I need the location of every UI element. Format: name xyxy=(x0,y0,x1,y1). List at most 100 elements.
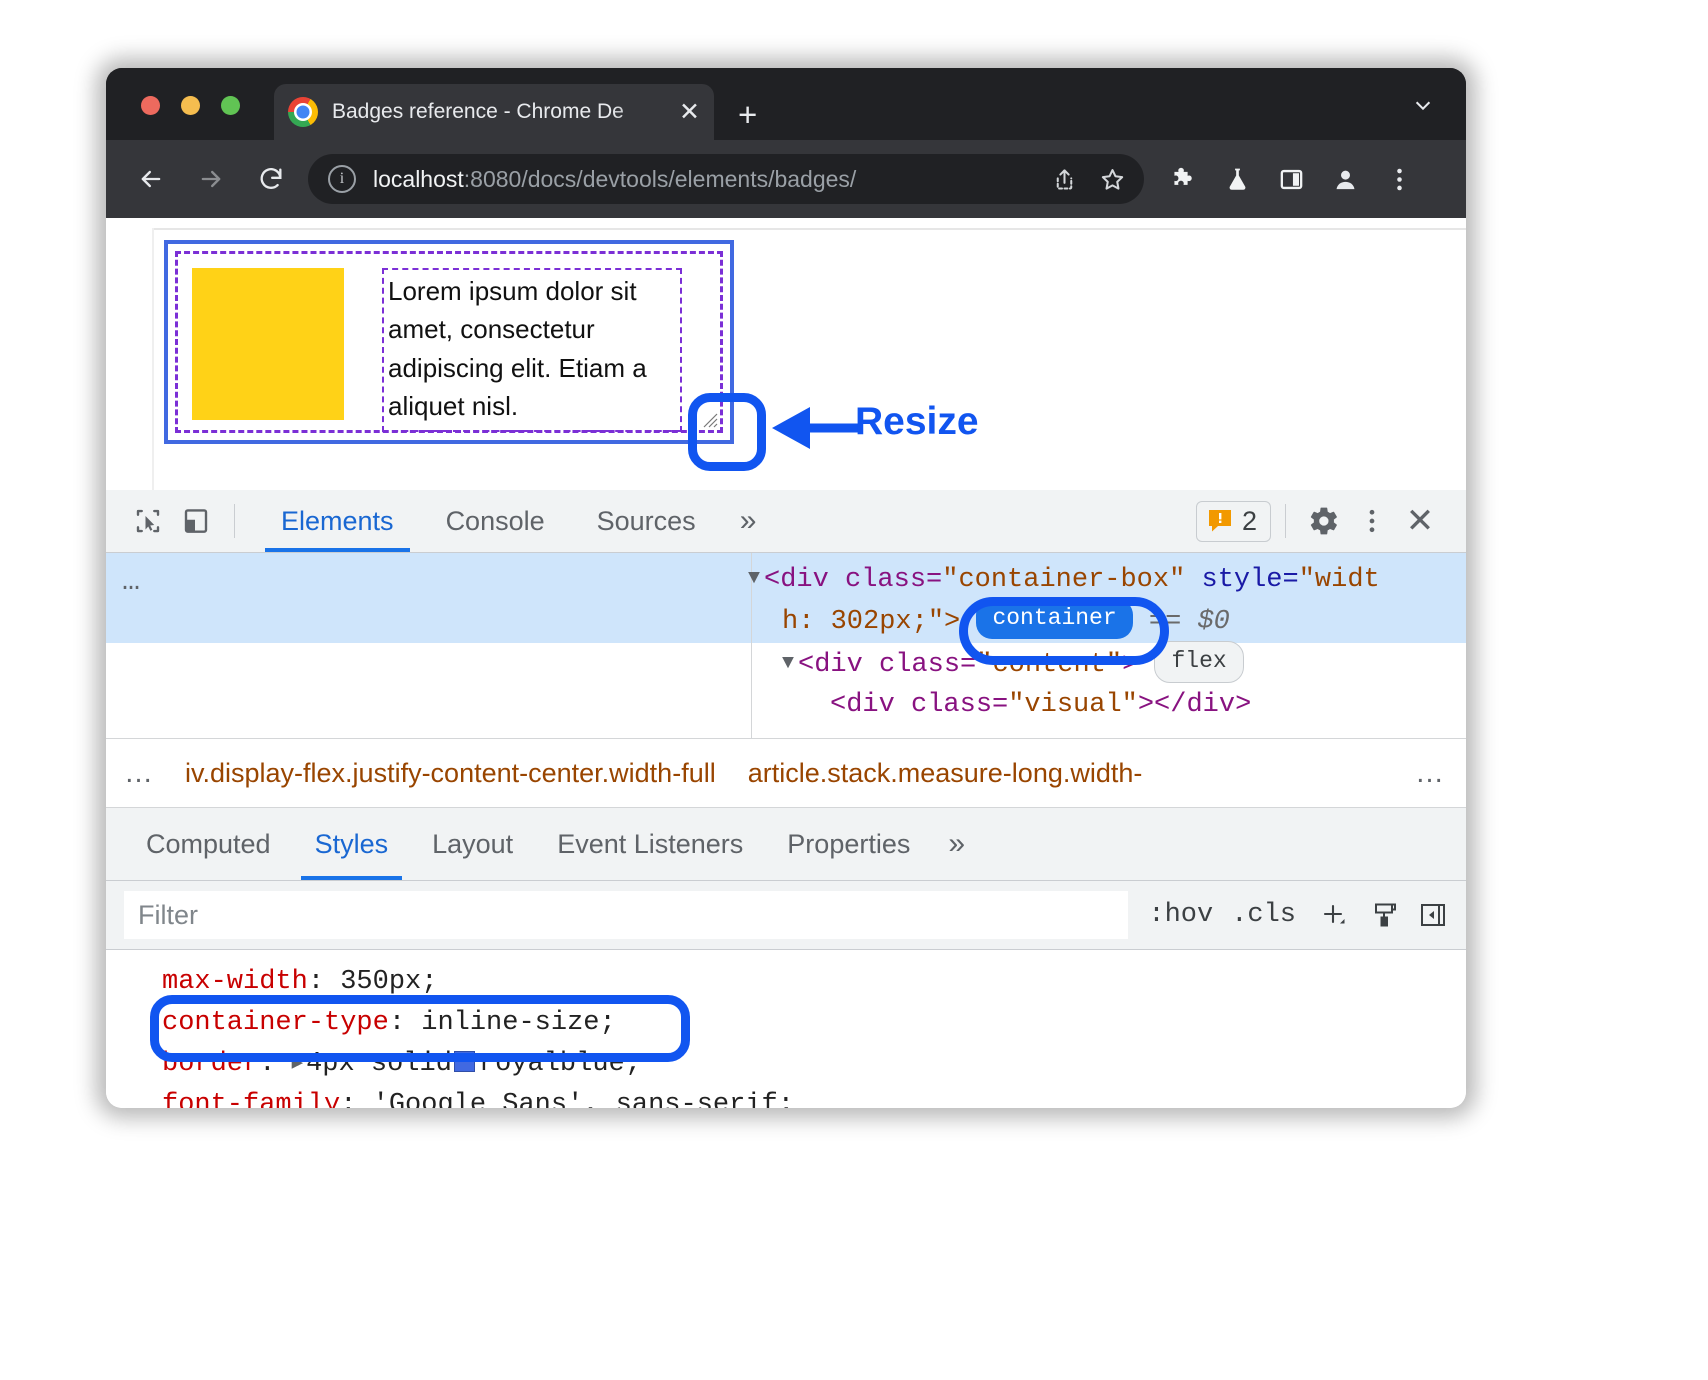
css-colon: : xyxy=(308,967,340,997)
warning-icon xyxy=(1207,508,1233,534)
paintbrush-icon[interactable] xyxy=(1370,900,1400,930)
tab-search-chevron-down-icon[interactable] xyxy=(1412,94,1434,116)
chrome-logo-icon xyxy=(288,97,318,127)
window-controls[interactable] xyxy=(141,96,240,115)
devtools-tabs: Elements Console Sources » xyxy=(255,490,774,552)
url-host: localhost xyxy=(373,166,464,192)
expand-triangle-icon[interactable]: ▼ xyxy=(748,564,760,594)
css-property-value: 350px xyxy=(340,967,421,997)
styles-more-tabs-button[interactable]: » xyxy=(932,808,981,880)
annotation-arrow-resize xyxy=(772,405,858,451)
annotation-ring-container-type-rule xyxy=(150,995,690,1062)
maximize-window-button[interactable] xyxy=(221,96,240,115)
visual-block-element xyxy=(192,268,344,420)
tab-layout[interactable]: Layout xyxy=(410,808,535,880)
devtools-toolbar-right: 2 ✕ xyxy=(1196,497,1466,545)
expand-triangle-icon[interactable]: ▼ xyxy=(782,649,794,679)
dom-style-value: "widt xyxy=(1299,565,1380,595)
puzzle-icon[interactable] xyxy=(1158,156,1208,202)
dom-style-attr: style= xyxy=(1185,565,1298,595)
devtools-toolbar: Elements Console Sources » 2 xyxy=(106,490,1466,553)
breadcrumb-item-article[interactable]: article.stack.measure-long.width- xyxy=(732,758,1159,789)
forward-button[interactable] xyxy=(188,156,234,202)
omnibox-actions xyxy=(1042,157,1134,201)
url-text: localhost:8080/docs/devtools/elements/ba… xyxy=(373,166,1042,193)
dom-class-value: "visual" xyxy=(1008,690,1138,720)
css-property-value: 'Google Sans', sans-serif xyxy=(373,1090,778,1108)
device-toolbar-icon[interactable] xyxy=(172,497,220,545)
browser-tool-icons xyxy=(1158,156,1424,202)
chrome-browser-window: Badges reference - Chrome De ✕ + i local… xyxy=(106,68,1466,1108)
css-rule-font-family[interactable]: font-family: 'Google Sans', sans-serif; xyxy=(162,1085,1466,1108)
tab-styles[interactable]: Styles xyxy=(293,808,411,880)
collapse-sidebar-icon[interactable] xyxy=(1418,900,1448,930)
tab-event-listeners[interactable]: Event Listeners xyxy=(535,808,765,880)
styles-pane: Computed Styles Layout Event Listeners P… xyxy=(106,808,1466,1108)
warning-count-chip[interactable]: 2 xyxy=(1196,501,1271,542)
back-button[interactable] xyxy=(128,156,174,202)
annotation-ring-container-badge xyxy=(959,597,1169,665)
cls-toggle-button[interactable]: .cls xyxy=(1231,900,1296,930)
styles-filter-tools: :hov .cls xyxy=(1128,898,1448,932)
address-bar[interactable]: i localhost:8080/docs/devtools/elements/… xyxy=(308,154,1144,204)
dom-line-visual[interactable]: <div class="visual"></div> xyxy=(748,686,1466,726)
dom-tree: … ▼<div class="container-box" style="wid… xyxy=(106,553,1466,738)
css-property-name: max-width xyxy=(162,967,308,997)
close-tab-button[interactable]: ✕ xyxy=(679,100,700,125)
page-top-rule xyxy=(152,228,1466,230)
dom-tag-open: <div class= xyxy=(764,565,942,595)
dom-tag-close: ></div> xyxy=(1138,690,1251,720)
close-icon: ✕ xyxy=(1406,504,1435,538)
three-dot-menu-icon[interactable] xyxy=(1374,156,1424,202)
close-devtools-button[interactable]: ✕ xyxy=(1396,497,1444,545)
devtools-more-options-icon[interactable] xyxy=(1348,497,1396,545)
breadcrumb-left-overflow[interactable]: … xyxy=(106,757,169,790)
tab-elements[interactable]: Elements xyxy=(255,490,420,552)
tab-sources[interactable]: Sources xyxy=(571,490,722,552)
more-tabs-button[interactable]: » xyxy=(722,490,775,552)
close-window-button[interactable] xyxy=(141,96,160,115)
toolbar-divider-right xyxy=(1285,504,1286,538)
hov-toggle-button[interactable]: :hov xyxy=(1148,900,1213,930)
tab-strip: Badges reference - Chrome De ✕ + xyxy=(106,68,1466,140)
gear-icon[interactable] xyxy=(1300,497,1348,545)
content-flex-element: Lorem ipsum dolor sit amet, consectetur … xyxy=(175,251,723,433)
flex-badge[interactable]: flex xyxy=(1154,641,1243,683)
profile-avatar-icon[interactable] xyxy=(1320,156,1370,202)
toolbar-divider xyxy=(234,504,235,538)
warning-count: 2 xyxy=(1242,506,1257,537)
tab-console[interactable]: Console xyxy=(420,490,571,552)
minimize-window-button[interactable] xyxy=(181,96,200,115)
dom-tag-open: <div class= xyxy=(830,690,1008,720)
new-tab-button[interactable]: + xyxy=(738,98,757,131)
star-icon[interactable] xyxy=(1090,157,1134,201)
css-semicolon: ; xyxy=(778,1090,794,1108)
breadcrumb: … iv.display-flex.justify-content-center… xyxy=(106,738,1466,808)
dom-tag-open: <div class= xyxy=(798,650,976,680)
reload-button[interactable] xyxy=(248,156,294,202)
plus-icon[interactable] xyxy=(1314,898,1352,932)
inspect-cursor-icon[interactable] xyxy=(124,497,172,545)
lorem-paragraph: Lorem ipsum dolor sit amet, consectetur … xyxy=(382,268,682,432)
container-box-element: Lorem ipsum dolor sit amet, consectetur … xyxy=(164,240,734,444)
annotation-label-resize: Resize xyxy=(855,400,979,444)
browser-tab[interactable]: Badges reference - Chrome De ✕ xyxy=(274,84,714,140)
dom-style-continuation: h: 302px;"> xyxy=(782,607,960,637)
filter-input[interactable] xyxy=(124,891,1128,939)
breadcrumb-item-div[interactable]: iv.display-flex.justify-content-center.w… xyxy=(169,758,732,789)
css-semicolon: ; xyxy=(421,967,437,997)
browser-toolbar: i localhost:8080/docs/devtools/elements/… xyxy=(106,140,1466,218)
css-property-name: font-family xyxy=(162,1090,340,1108)
tab-title: Badges reference - Chrome De xyxy=(332,100,673,124)
share-icon[interactable] xyxy=(1042,157,1086,201)
url-path: :8080/docs/devtools/elements/badges/ xyxy=(464,166,857,192)
tab-computed[interactable]: Computed xyxy=(124,808,293,880)
breadcrumb-right-overflow[interactable]: … xyxy=(1397,757,1466,790)
site-info-icon[interactable]: i xyxy=(328,165,356,193)
flask-icon[interactable] xyxy=(1212,156,1262,202)
dom-line-container-box[interactable]: ▼<div class="container-box" style="widt xyxy=(748,561,1466,601)
side-panel-icon[interactable] xyxy=(1266,156,1316,202)
tab-properties[interactable]: Properties xyxy=(765,808,932,880)
dom-collapsed-ellipsis[interactable]: … xyxy=(122,565,142,599)
annotation-ring-resize-handle xyxy=(688,393,766,471)
